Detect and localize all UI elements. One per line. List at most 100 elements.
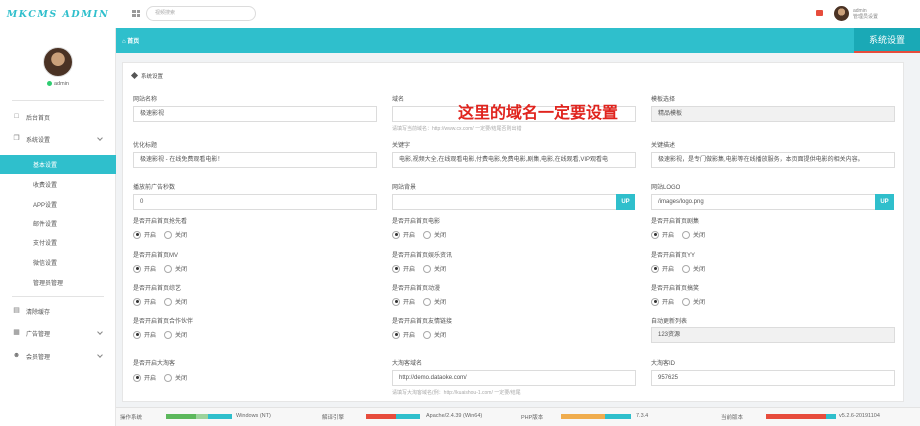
site-logo-input[interactable]: /images/logo.png [651, 194, 876, 210]
avatar[interactable] [43, 47, 73, 77]
description-input[interactable]: 极速影视，是专门做影集,电影等在线播放服务，本页面提供电影的相关内容。 [651, 152, 895, 168]
submenu-label: 邮件设置 [33, 222, 58, 228]
seo-title-input[interactable]: 极速影视 - 在线免费观看电影！ [133, 152, 377, 168]
submenu-label: APP设置 [33, 203, 58, 209]
radio-off[interactable] [682, 230, 691, 239]
status-value: Apache/2.4.39 (Win64) [426, 413, 483, 419]
status-bar: 操作系统 Windows (NT) 解译引擎 Apache/2.4.39 (Wi… [116, 407, 920, 426]
radio-on[interactable] [133, 330, 141, 339]
toggle-label: 是否开启首页合作伙伴 [133, 319, 194, 325]
radio-off-label: 关闭 [434, 233, 447, 239]
submenu-item-basic[interactable]: 基本设置 [0, 155, 116, 174]
radio-group: 开启 关闭 [133, 230, 187, 239]
radio-off[interactable] [682, 264, 691, 273]
status-label: PHP版本 [521, 415, 544, 421]
sidebar-item-clear-cache[interactable]: ▤ 清除缓存 [0, 302, 116, 320]
radio-off-label: 关闭 [175, 267, 188, 273]
sidebar-item-label: 清除缓存 [26, 309, 51, 316]
app-logo[interactable]: MKCMS ADMIN [0, 0, 116, 28]
radio-off[interactable] [164, 330, 173, 339]
field-label: 播放前广告秒数 [133, 185, 176, 191]
status-value: 7.3.4 [636, 413, 649, 419]
radio-off-label: 关闭 [434, 267, 447, 273]
sidebar-item-system[interactable]: ❐ 系统设置 [0, 130, 116, 148]
ad-seconds-input[interactable]: 0 [133, 194, 377, 210]
dtk-id-input[interactable]: 957625 [651, 370, 895, 386]
radio-off[interactable] [164, 297, 173, 306]
top-avatar[interactable] [834, 6, 849, 21]
site-name-input[interactable]: 极速影视 [133, 106, 377, 122]
submenu-label: 收费设置 [33, 183, 58, 189]
menu-grid-icon[interactable] [132, 10, 140, 17]
dtk-domain-hint: 请填写大淘客域名(例：http://kuaishou-1.com/ 一定要/结尾 [392, 390, 521, 396]
site-bg-input[interactable] [392, 194, 617, 210]
radio-on[interactable] [133, 230, 141, 239]
top-user[interactable]: admin 管理员设置 [853, 8, 878, 20]
radio-off-label: 关闭 [434, 333, 447, 339]
radio-on[interactable] [133, 297, 141, 306]
radio-group: 开启 关闭 [651, 297, 705, 306]
submenu-item-fee[interactable]: 收费设置 [0, 175, 116, 194]
mail-icon[interactable] [816, 10, 823, 16]
sidebar-item-members[interactable]: ☻ 会员管理 [0, 347, 116, 365]
annotation-text: 这里的域名一定要设置 [458, 105, 619, 122]
toggle-label: 是否开启首页YY [651, 253, 696, 259]
radio-on[interactable] [133, 373, 141, 382]
trash-icon: ▤ [13, 307, 20, 314]
radio-off[interactable] [423, 330, 432, 339]
radio-off[interactable] [423, 230, 432, 239]
upload-logo-button[interactable]: UP [875, 194, 894, 210]
radio-on-label: 开启 [662, 267, 675, 273]
radio-off[interactable] [423, 264, 432, 273]
sidebar: admin □ 后台首页 ❐ 系统设置 基本设置 收费设置 APP设置 邮件设置 支… [0, 28, 116, 426]
submenu-item-admin[interactable]: 管理员管理 [0, 273, 116, 292]
field-label: 模板选择 [651, 97, 676, 103]
template-select[interactable]: 精品模板 [651, 106, 895, 122]
radio-on-label: 开启 [403, 267, 416, 273]
upload-bg-button[interactable]: UP [616, 194, 635, 210]
radio-group: 开启 关闭 [133, 264, 187, 273]
collect-list-select[interactable]: 123资源 [651, 327, 895, 343]
radio-off[interactable] [423, 297, 432, 306]
diamond-icon [130, 71, 139, 80]
submenu-item-wechat[interactable]: 微信设置 [0, 253, 116, 272]
radio-on[interactable] [392, 330, 400, 339]
radio-on[interactable] [392, 230, 400, 239]
radio-on[interactable] [651, 264, 659, 273]
radio-off[interactable] [164, 373, 173, 382]
radio-on-label: 开启 [144, 233, 157, 239]
toggle-label: 是否开启首页综艺 [133, 286, 182, 292]
submenu-item-pay[interactable]: 支付设置 [0, 233, 116, 252]
radio-off[interactable] [682, 297, 691, 306]
radio-on[interactable] [392, 264, 400, 273]
radio-on[interactable] [651, 297, 659, 306]
dtk-domain-input[interactable]: http://demo.dataoke.com/ [392, 370, 636, 386]
submenu-item-app[interactable]: APP设置 [0, 195, 116, 214]
toggle-label: 是否开启首页搞笑 [651, 286, 700, 292]
panel-title: 系统设置 [130, 71, 163, 80]
sidebar-item-home[interactable]: □ 后台首页 [0, 108, 116, 126]
page-title-text: 系统设置 [868, 35, 905, 45]
toggle-label: 是否开启首页动漫 [392, 286, 441, 292]
laptop-icon: □ [14, 113, 19, 120]
radio-off-label: 关闭 [434, 300, 447, 306]
keywords-input[interactable]: 电影,视频大全,在线观看电影,付费电影,免费电影,剧集,电影,在线观看,VIP观… [392, 152, 636, 168]
radio-on[interactable] [133, 264, 141, 273]
logo-text: MKCMS ADMIN [6, 8, 110, 20]
breadcrumb[interactable]: ⌂ 首页 [122, 36, 139, 45]
radio-off-label: 关闭 [693, 233, 706, 239]
status-label: 操作系统 [120, 415, 143, 421]
submenu-item-mail[interactable]: 邮件设置 [0, 214, 116, 233]
radio-on[interactable] [651, 230, 659, 239]
breadcrumb-bar: ⌂ 首页 系统设置 [116, 28, 920, 53]
radio-on[interactable] [392, 297, 400, 306]
field-label: 关键字 [392, 143, 411, 149]
sidebar-item-ads[interactable]: ▦ 广告管理 [0, 324, 116, 342]
chevron-down-icon [97, 135, 103, 141]
submenu-label: 支付设置 [33, 241, 58, 247]
divider [12, 296, 104, 297]
radio-off[interactable] [164, 264, 173, 273]
radio-off[interactable] [164, 230, 173, 239]
search-input[interactable]: 视频搜索 [146, 6, 256, 21]
radio-group: 开启 关闭 [133, 297, 187, 306]
